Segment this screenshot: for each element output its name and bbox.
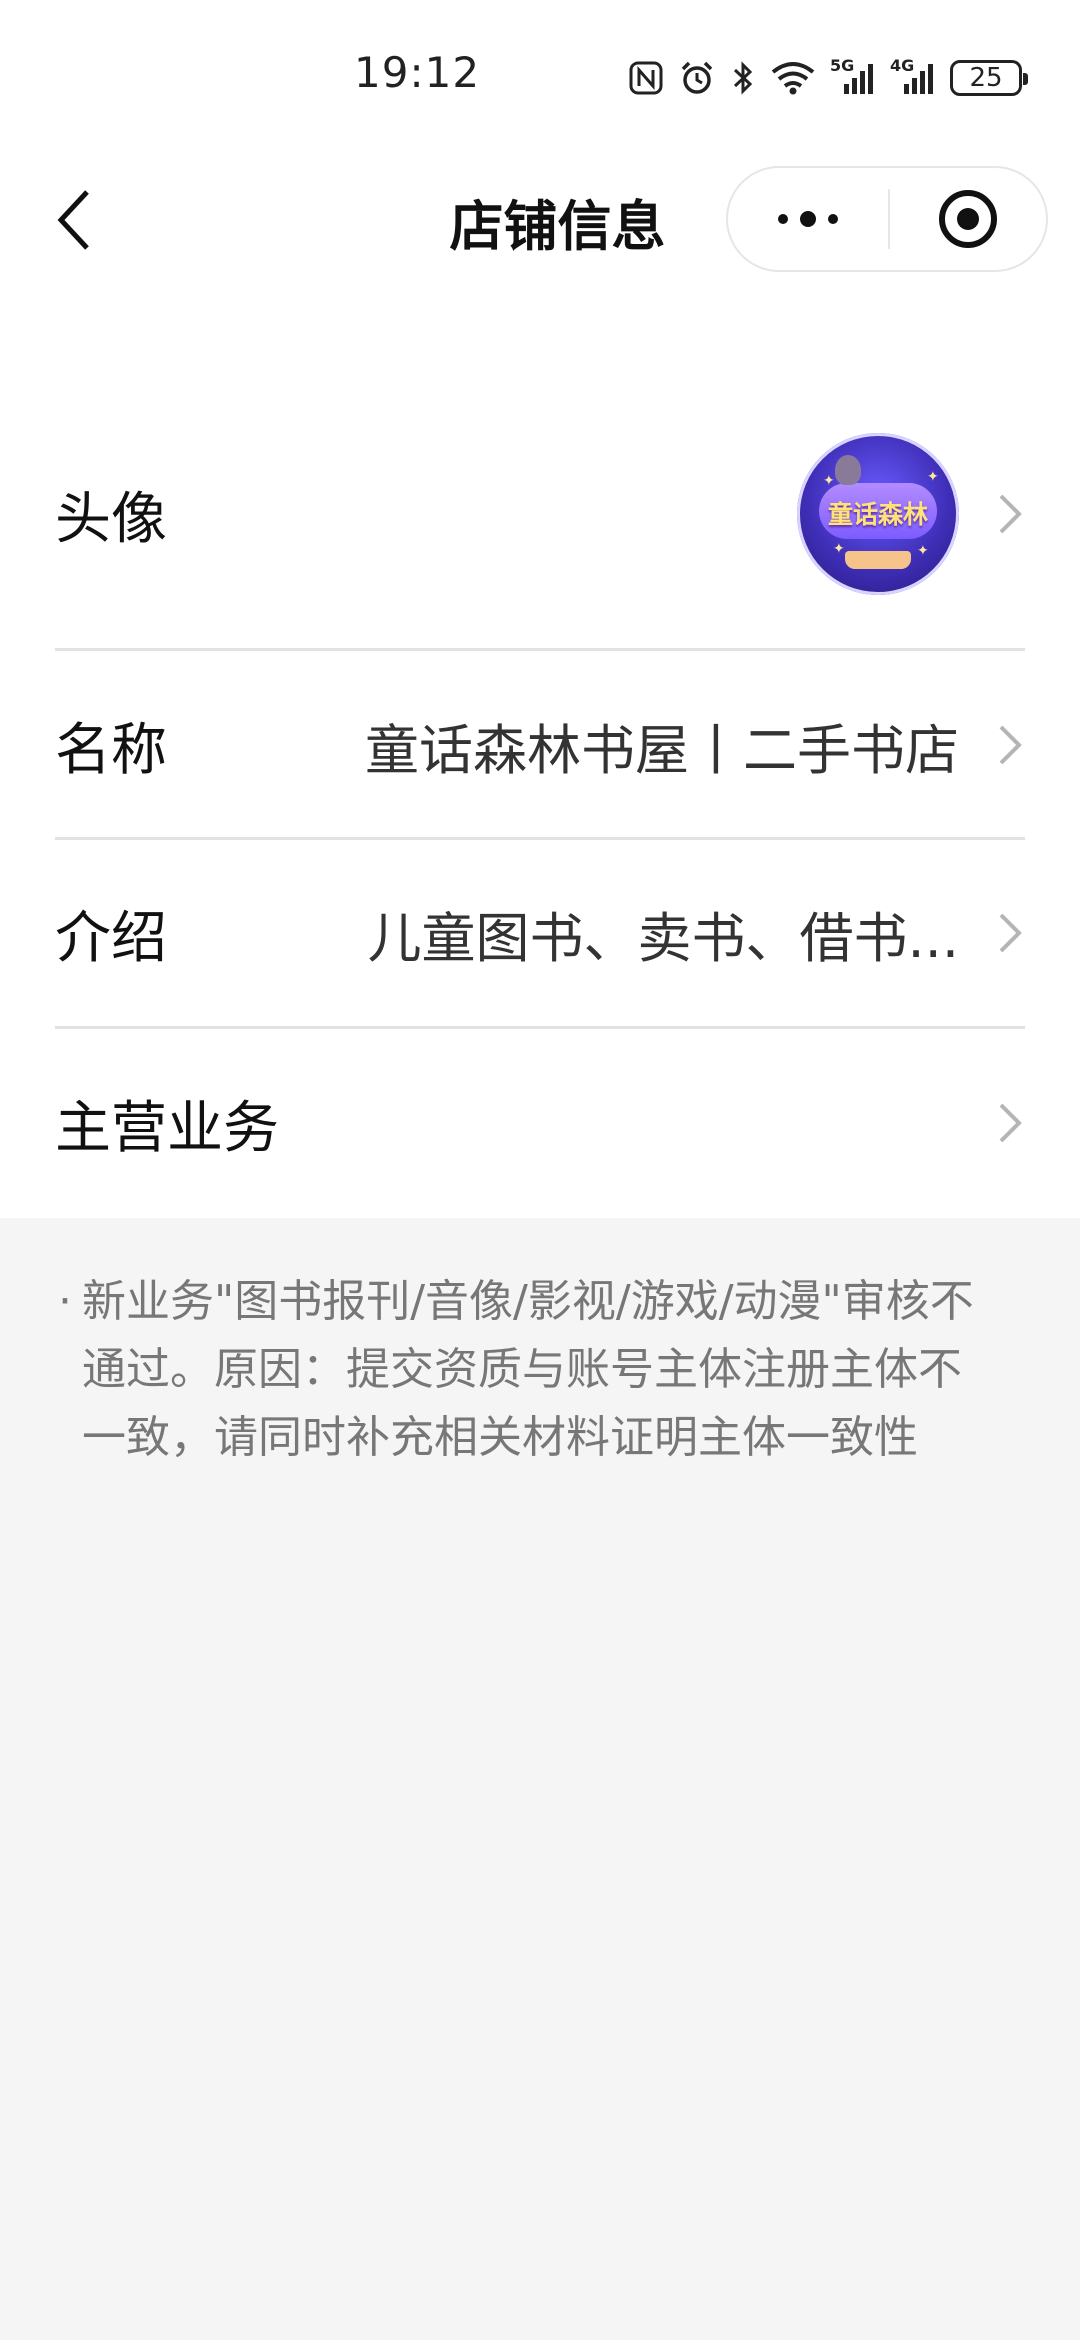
avatar-row[interactable]: 头像 ✦ ✦ ✦ ✦ 童话森林 (55, 430, 1025, 598)
signal-5g-icon: 5G (830, 56, 876, 96)
book-icon (845, 551, 911, 569)
avatar-label: 头像 (55, 486, 167, 552)
row-divider (55, 837, 1025, 840)
chevron-right-icon (995, 489, 1025, 539)
avatar: ✦ ✦ ✦ ✦ 童话森林 (797, 433, 959, 595)
alarm-icon (678, 59, 716, 97)
main-business-label: 主营业务 (55, 1095, 279, 1161)
notice-text: 新业务"图书报刊/音像/影视/游戏/动漫"审核不通过。原因：提交资质与账号主体注… (82, 1276, 974, 1463)
more-button[interactable] (728, 168, 888, 270)
battery-icon: 25 (950, 60, 1028, 96)
review-rejection-notice: · 新业务"图书报刊/音像/影视/游戏/动漫"审核不通过。原因：提交资质与账号主… (58, 1268, 998, 1472)
signal-4g-icon: 4G (890, 56, 936, 96)
status-icons: 5G 4G 25 (628, 54, 1028, 102)
more-dots-icon (778, 211, 838, 227)
network-4g-label: 4G (890, 56, 915, 75)
intro-label: 介绍 (55, 905, 167, 971)
mini-program-capsule (726, 166, 1048, 272)
main-business-row[interactable]: 主营业务 (55, 1068, 1025, 1178)
status-bar: 19:12 5G 4G 25 (0, 0, 1080, 150)
chevron-right-icon (995, 720, 1025, 770)
star-icon: ✦ (927, 469, 939, 485)
navigation-bar: 店铺信息 (0, 150, 1080, 290)
chevron-right-icon (995, 908, 1025, 958)
intro-row[interactable]: 介绍 儿童图书、卖书、借书... (55, 878, 1025, 988)
chevron-right-icon (995, 1098, 1025, 1148)
star-icon: ✦ (823, 473, 835, 489)
name-row[interactable]: 名称 童话森林书屋丨二手书店 (55, 690, 1025, 800)
status-time: 19:12 (354, 48, 481, 97)
star-icon: ✦ (917, 543, 929, 559)
network-5g-label: 5G (830, 56, 855, 75)
intro-value: 儿童图书、卖书、借书... (367, 906, 960, 970)
row-divider (55, 648, 1025, 651)
name-label: 名称 (55, 717, 167, 783)
close-button[interactable] (890, 168, 1046, 270)
nfc-icon (628, 60, 664, 96)
star-icon: ✦ (833, 541, 845, 557)
avatar-logo-text: 童话森林 (827, 500, 928, 529)
notice-bullet: · (58, 1276, 72, 1327)
name-value: 童话森林书屋丨二手书店 (365, 718, 959, 782)
bluetooth-icon (730, 59, 756, 97)
wifi-icon (770, 60, 816, 96)
owl-icon (835, 455, 861, 485)
row-divider (55, 1026, 1025, 1029)
target-circle-icon (939, 190, 997, 248)
